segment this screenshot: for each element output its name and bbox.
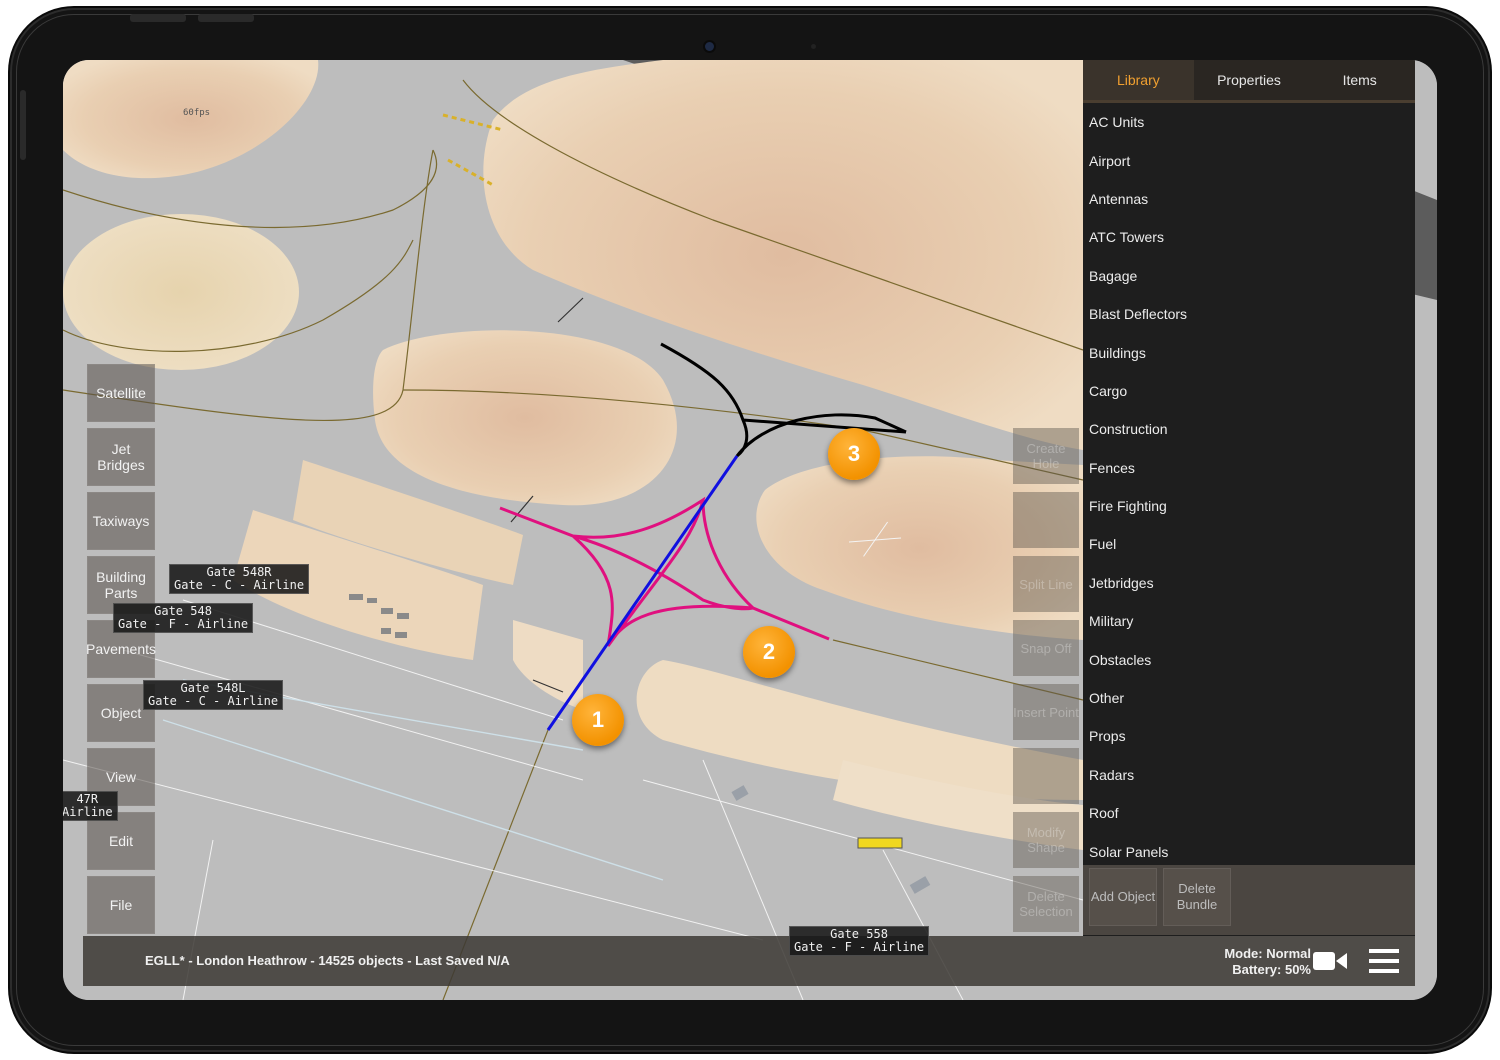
panel-tabs: Library Properties Items xyxy=(1083,60,1415,100)
library-item[interactable]: Military xyxy=(1083,602,1415,640)
gate-label[interactable]: Gate 548 Gate - F - Airline xyxy=(113,603,254,633)
file-button[interactable]: File xyxy=(87,876,155,934)
jet-bridges-button[interactable]: Jet Bridges xyxy=(87,428,155,486)
library-item[interactable]: Construction xyxy=(1083,410,1415,448)
library-item[interactable]: Roof xyxy=(1083,794,1415,832)
step-marker-3: 3 xyxy=(828,428,880,480)
app-screen: 60fps Satellite Jet Bridges Taxiways Bui… xyxy=(63,60,1437,1000)
add-object-button[interactable]: Add Object xyxy=(1089,868,1157,926)
volume-button xyxy=(130,14,186,22)
delete-bundle-button[interactable]: Delete Bundle xyxy=(1163,868,1231,926)
library-item[interactable]: Fire Fighting xyxy=(1083,487,1415,525)
library-list: AC Units Airport Antennas ATC Towers Bag… xyxy=(1083,103,1415,871)
library-item[interactable]: Bagage xyxy=(1083,257,1415,295)
split-line-button[interactable]: Split Line xyxy=(1013,556,1079,612)
library-item[interactable]: Buildings xyxy=(1083,333,1415,371)
power-button xyxy=(20,90,26,160)
library-panel: Library Properties Items AC Units Airpor… xyxy=(1083,60,1415,936)
battery-label: Battery: 50% xyxy=(1232,962,1311,977)
library-item[interactable]: Props xyxy=(1083,717,1415,755)
gate-label[interactable]: Gate 548L Gate - C - Airline xyxy=(143,680,284,710)
library-item[interactable]: Blast Deflectors xyxy=(1083,295,1415,333)
library-item[interactable]: AC Units xyxy=(1083,103,1415,141)
library-item[interactable]: Fences xyxy=(1083,449,1415,487)
step-marker-2: 2 xyxy=(743,626,795,678)
library-item[interactable]: ATC Towers xyxy=(1083,218,1415,256)
fps-counter: 60fps xyxy=(183,108,211,118)
tab-library[interactable]: Library xyxy=(1083,60,1194,100)
library-item[interactable]: Obstacles xyxy=(1083,640,1415,678)
satellite-button[interactable]: Satellite xyxy=(87,364,155,422)
gate-label[interactable]: Gate 548R Gate - C - Airline xyxy=(169,564,310,594)
library-item[interactable]: Radars xyxy=(1083,756,1415,794)
tab-properties[interactable]: Properties xyxy=(1194,60,1305,100)
delete-selection-button[interactable]: Delete Selection xyxy=(1013,876,1079,932)
sensor-icon xyxy=(811,44,816,49)
library-item[interactable]: Fuel xyxy=(1083,525,1415,563)
library-item[interactable]: Other xyxy=(1083,679,1415,717)
mode-label: Mode: Normal xyxy=(1224,946,1311,961)
hamburger-menu-icon[interactable] xyxy=(1369,948,1399,974)
library-item[interactable]: Jetbridges xyxy=(1083,564,1415,602)
panel-actions: Add Object Delete Bundle xyxy=(1083,865,1415,935)
video-camera-icon[interactable] xyxy=(1313,950,1347,972)
front-camera-icon xyxy=(705,42,714,51)
modify-shape-button[interactable]: Modify Shape xyxy=(1013,812,1079,868)
grass-area xyxy=(63,214,299,370)
taxiways-button[interactable]: Taxiways xyxy=(87,492,155,550)
volume-button xyxy=(198,14,254,22)
step-marker-1: 1 xyxy=(572,694,624,746)
gate-label[interactable]: Gate 558 Gate - F - Airline xyxy=(789,926,930,956)
mode-status: Mode: Normal Battery: 50% xyxy=(1224,946,1311,978)
library-item[interactable]: Antennas xyxy=(1083,180,1415,218)
tool-button[interactable] xyxy=(1013,748,1079,804)
create-hole-button[interactable]: Create Hole xyxy=(1013,428,1079,484)
status-bar: EGLL* - London Heathrow - 14525 objects … xyxy=(83,936,1415,986)
library-item[interactable]: Cargo xyxy=(1083,372,1415,410)
library-item[interactable]: Airport xyxy=(1083,141,1415,179)
gate-label[interactable]: 47R Airline xyxy=(63,791,118,821)
insert-point-button[interactable]: Insert Point xyxy=(1013,684,1079,740)
snap-off-button[interactable]: Snap Off xyxy=(1013,620,1079,676)
status-text: EGLL* - London Heathrow - 14525 objects … xyxy=(145,953,510,968)
tool-button[interactable] xyxy=(1013,492,1079,548)
tab-items[interactable]: Items xyxy=(1304,60,1415,100)
